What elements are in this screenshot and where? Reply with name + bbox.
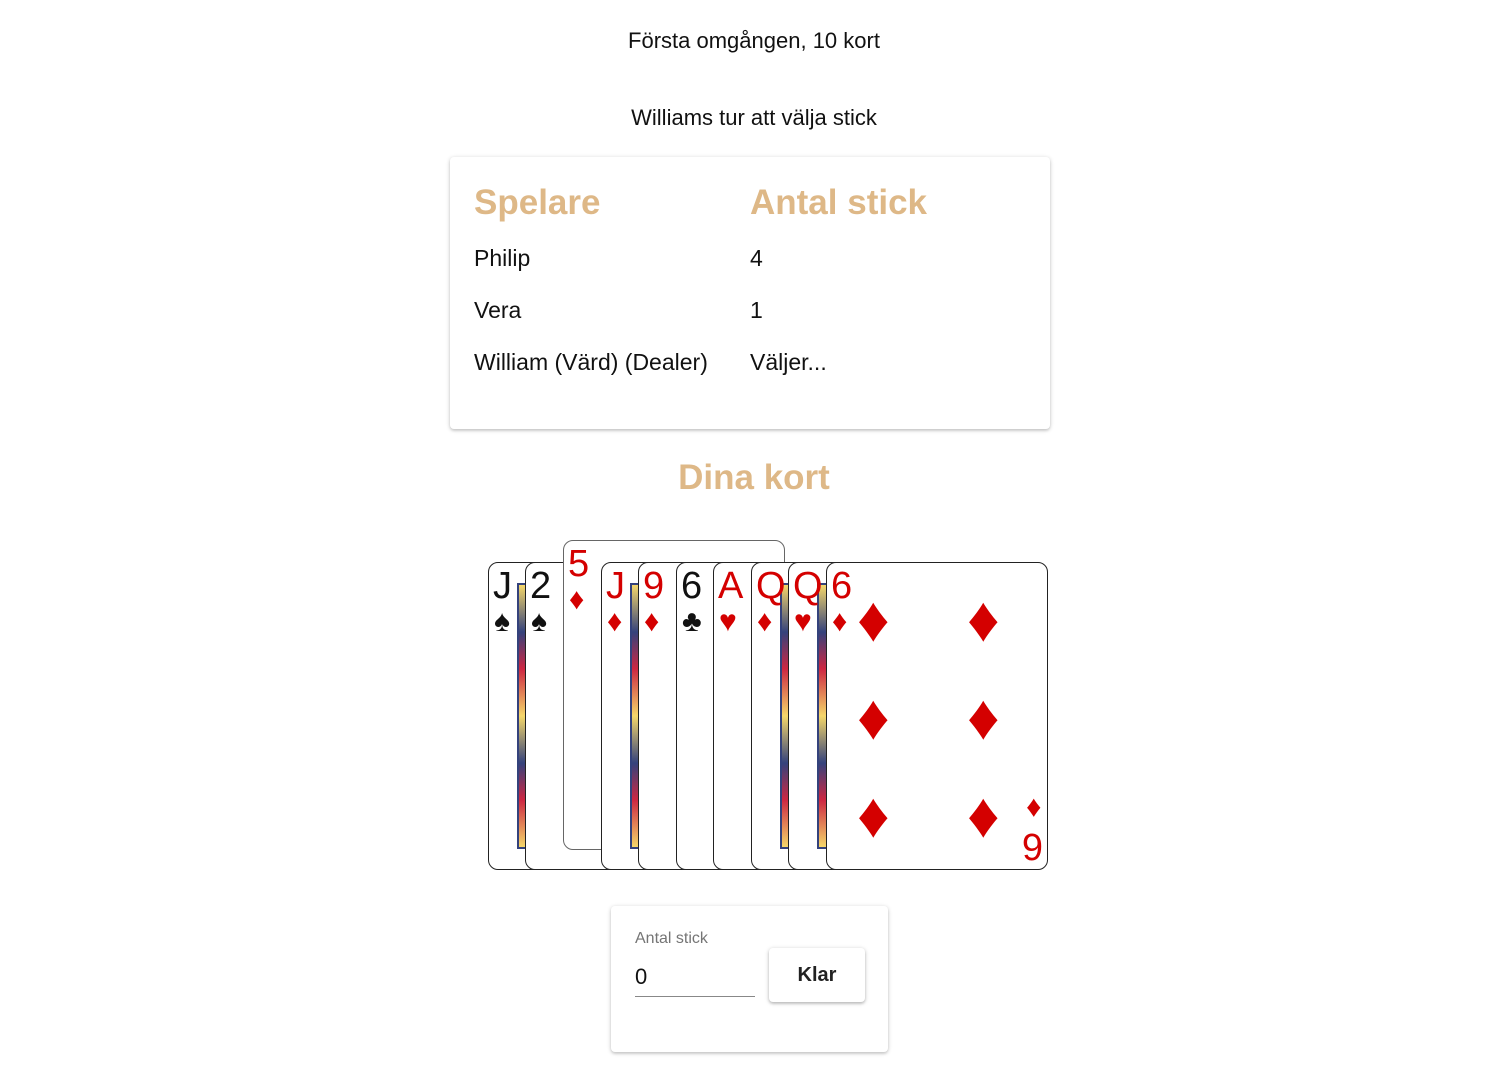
player-tricks: 1: [750, 297, 763, 323]
card-suit-icon: ♦: [757, 605, 773, 638]
card-rank-bottom: 6: [1021, 825, 1043, 867]
table-row: Philip 4: [474, 235, 1034, 287]
card-rank: 5: [568, 543, 590, 585]
bid-form: Antal stick Klar: [611, 906, 888, 1052]
player-name: Philip: [474, 245, 531, 271]
suit-pip: ♦: [857, 779, 890, 851]
round-title: Första omgången, 10 kort: [628, 28, 880, 53]
card-rank: J: [606, 565, 625, 607]
bid-label: Antal stick: [635, 930, 708, 947]
card-suit-icon: ♠: [494, 605, 510, 638]
done-button[interactable]: Klar: [769, 948, 865, 1002]
scoreboard-table: Spelare Antal stick Philip 4 Vera 1 Will…: [474, 179, 1034, 391]
card-rank: Q: [793, 565, 823, 607]
table-row: Vera 1: [474, 287, 1034, 339]
game-page: Första omgången, 10 kort Williams tur at…: [0, 0, 1508, 1066]
header-tricks: Antal stick: [750, 183, 927, 222]
hand-title: Dina kort: [678, 458, 830, 497]
suit-pip: ♦: [967, 681, 1000, 753]
card-suit-bottom: ♦: [1025, 792, 1041, 825]
card-suit-icon: ♦: [569, 583, 585, 616]
card-suit-icon: ♦: [644, 605, 660, 638]
card-rank: Q: [756, 565, 786, 607]
player-tricks: Väljer...: [750, 349, 827, 375]
card-rank: 6: [681, 565, 703, 607]
card-rank: 2: [530, 565, 552, 607]
card-rank: 6: [831, 565, 853, 607]
suit-pip: ♦: [967, 583, 1000, 655]
player-name: Vera: [474, 297, 522, 323]
card-rank: 9: [643, 565, 665, 607]
bid-input[interactable]: [635, 958, 755, 997]
suit-pip: ♦: [857, 681, 890, 753]
table-row: William (Värd) (Dealer) Väljer...: [474, 339, 1034, 391]
card-rank: J: [493, 565, 512, 607]
card-suit-icon: ♦: [607, 605, 623, 638]
header-player: Spelare: [474, 183, 601, 222]
card-suit-icon: ♥: [794, 605, 812, 638]
suit-pip: ♦: [967, 779, 1000, 851]
card-suit-icon: ♠: [531, 605, 547, 638]
player-name: William (Värd) (Dealer): [474, 349, 708, 375]
scoreboard-card: Spelare Antal stick Philip 4 Vera 1 Will…: [450, 157, 1050, 429]
card-suit-icon: ♣: [682, 605, 702, 638]
card-rank: A: [718, 565, 744, 607]
turn-status: Williams tur att välja stick: [631, 105, 877, 130]
playing-card[interactable]: ♦ ♦ ♦ ♦ ♦ ♦ 6 ♦ 6 ♦: [826, 562, 1048, 870]
card-suit-icon: ♥: [719, 605, 737, 638]
player-tricks: 4: [750, 245, 763, 271]
suit-pip: ♦: [857, 583, 890, 655]
card-suit-icon: ♦: [832, 605, 848, 638]
